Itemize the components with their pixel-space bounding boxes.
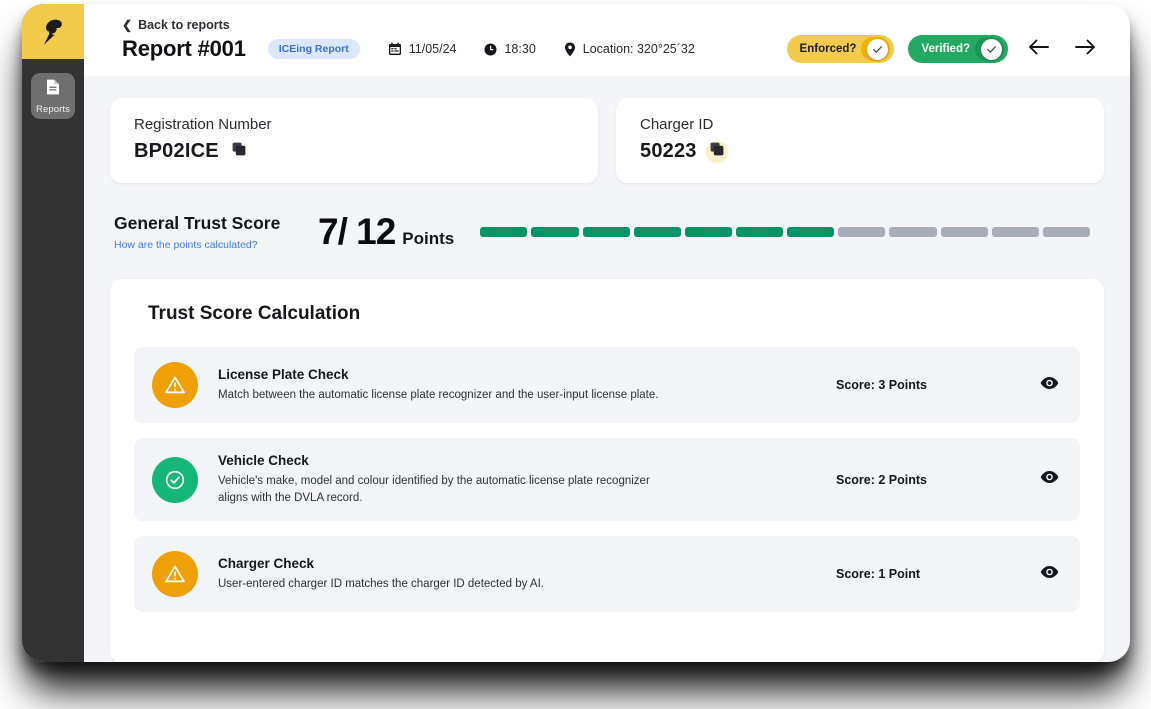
registration-number-card: Registration Number BP02ICE xyxy=(110,98,598,183)
sidebar: Reports xyxy=(22,4,84,662)
app-window: Reports ❮ Back to reports Report #001 IC… xyxy=(22,4,1130,662)
general-trust-score-title: General Trust Score xyxy=(114,213,281,233)
report-type-badge[interactable]: ICEing Report xyxy=(267,39,360,59)
enforced-toggle-track xyxy=(861,37,891,61)
page-title: Report #001 xyxy=(122,36,246,61)
check-title: License Plate Check xyxy=(218,366,349,382)
registration-number-value: BP02ICE xyxy=(134,140,219,162)
document-icon xyxy=(45,78,61,101)
charger-id-card: Charger ID 50223 xyxy=(616,98,1104,183)
check-score: Score: 3 Points xyxy=(836,378,927,392)
verified-toggle-label: Verified? xyxy=(921,43,970,55)
summary-cards: Registration Number BP02ICE Charger ID 5… xyxy=(110,98,1104,183)
progress-segment xyxy=(889,227,937,237)
check-description: Vehicle's make, model and colour identif… xyxy=(218,475,650,504)
copy-charger-id-button[interactable] xyxy=(705,140,728,163)
progress-segment xyxy=(480,227,528,237)
copy-icon xyxy=(232,142,246,161)
trust-score-progress-bar xyxy=(480,227,1090,237)
progress-segment xyxy=(582,227,630,237)
score-number: 7/ 12 xyxy=(318,211,396,252)
calendar-icon xyxy=(388,42,402,56)
enforced-toggle[interactable]: Enforced? xyxy=(786,35,895,63)
progress-segment xyxy=(940,227,988,237)
check-row: Vehicle Check Vehicle's make, model and c… xyxy=(134,438,1080,522)
check-description: User-entered charger ID matches the char… xyxy=(218,578,544,590)
registration-number-label: Registration Number xyxy=(134,116,272,133)
arrow-right-icon xyxy=(1074,38,1096,61)
meta-time-text: 18:30 xyxy=(504,42,536,56)
next-report-button[interactable] xyxy=(1070,34,1100,64)
app-logo[interactable] xyxy=(22,4,84,59)
progress-segment xyxy=(991,227,1039,237)
view-check-details-button[interactable] xyxy=(1036,376,1062,395)
page-header: ❮ Back to reports Report #001 ICEing Rep… xyxy=(84,4,1130,76)
progress-segment xyxy=(735,227,784,237)
check-title: Vehicle Check xyxy=(218,453,309,468)
trust-score-calculation-title: Trust Score Calculation xyxy=(148,303,361,324)
chevron-left-icon: ❮ xyxy=(122,18,133,32)
verified-toggle[interactable]: Verified? xyxy=(908,35,1008,63)
view-check-details-button[interactable] xyxy=(1036,470,1062,489)
check-row: Charger Check User-entered charger ID mat… xyxy=(134,536,1080,613)
progress-segment xyxy=(684,227,732,237)
enforced-toggle-label: Enforced? xyxy=(799,43,857,55)
check-text: Vehicle Check Vehicle's make, model and c… xyxy=(218,453,836,506)
copy-icon xyxy=(710,142,724,161)
main-content: ❮ Back to reports Report #001 ICEing Rep… xyxy=(84,4,1130,662)
copy-registration-number-button[interactable] xyxy=(228,141,250,163)
eye-icon xyxy=(1040,376,1059,395)
eye-icon xyxy=(1040,470,1059,489)
meta-location: Location: 320°25´32 xyxy=(564,42,695,57)
progress-segment xyxy=(531,227,579,237)
progress-segment xyxy=(787,227,835,237)
meta-date-text: 11/05/24 xyxy=(408,42,457,56)
back-link-label: Back to reports xyxy=(138,18,230,32)
check-icon xyxy=(867,38,889,60)
charger-id-value: 50223 xyxy=(640,140,697,162)
charger-id-label: Charger ID xyxy=(640,116,714,133)
check-title: Charger Check xyxy=(218,556,315,571)
back-to-reports-link[interactable]: ❮ Back to reports xyxy=(122,18,230,32)
check-description: Match between the automatic license plat… xyxy=(218,388,659,401)
meta-time: 18:30 xyxy=(484,42,536,56)
check-icon xyxy=(981,38,1002,60)
sidebar-item-label: Reports xyxy=(36,103,70,115)
check-list: License Plate Check Match between the aut… xyxy=(134,347,1080,613)
map-pin-icon xyxy=(564,42,576,57)
check-score: Score: 2 Points xyxy=(836,472,927,487)
score-value: 7/ 12 Points xyxy=(318,211,454,253)
progress-segment xyxy=(633,227,681,237)
eye-icon xyxy=(1040,565,1059,584)
check-text: Charger Check User-entered charger ID mat… xyxy=(218,556,836,593)
sidebar-item-reports[interactable]: Reports xyxy=(31,73,75,119)
general-trust-score: General Trust Score How are the points c… xyxy=(110,211,1104,253)
warning-triangle-icon xyxy=(152,362,198,408)
view-check-details-button[interactable] xyxy=(1036,565,1062,584)
check-row: License Plate Check Match between the aut… xyxy=(134,347,1080,423)
check-circle-icon xyxy=(152,456,198,503)
check-text: License Plate Check Match between the aut… xyxy=(218,367,836,404)
clock-icon xyxy=(484,43,497,56)
score-points-label: Points xyxy=(402,229,455,248)
warning-triangle-icon xyxy=(152,551,198,598)
arrow-left-icon xyxy=(1028,38,1050,61)
page-body: Registration Number BP02ICE Charger ID 5… xyxy=(84,76,1130,662)
progress-segment xyxy=(838,227,886,237)
previous-report-button[interactable] xyxy=(1024,34,1054,64)
lightning-bolt-icon xyxy=(40,18,66,46)
trust-score-calculation-card: Trust Score Calculation License Plate Ch… xyxy=(110,279,1104,662)
meta-date: 11/05/24 xyxy=(388,42,457,56)
meta-location-text: Location: 320°25´32 xyxy=(582,42,695,56)
points-explanation-link[interactable]: How are the points calculated? xyxy=(114,239,310,251)
progress-segment xyxy=(1042,227,1090,237)
verified-toggle-track xyxy=(975,37,1004,61)
check-score: Score: 1 Point xyxy=(836,567,921,582)
